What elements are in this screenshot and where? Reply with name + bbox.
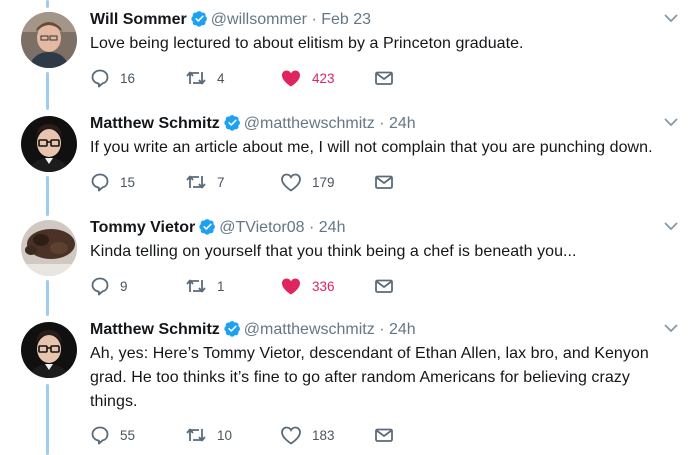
tweet-text: Kinda telling on yourself that you think… (90, 243, 577, 260)
heart-filled-icon (282, 278, 300, 295)
verified-badge-icon (224, 321, 240, 337)
envelope-icon (375, 428, 393, 442)
retweet-button[interactable]: 7 (185, 172, 225, 192)
separator-dot: · (379, 321, 385, 338)
thread-line (46, 384, 49, 455)
timestamp[interactable]: Feb 23 (321, 11, 371, 28)
reply-button[interactable]: 55 (90, 425, 135, 445)
chevron-down-icon[interactable] (664, 324, 678, 333)
tweet-header: Matthew Schmitz @matthewschmitz · 24h (90, 114, 416, 134)
thread-line (46, 0, 49, 8)
avatar-matthew-schmitz[interactable] (21, 116, 77, 172)
envelope-icon (375, 71, 393, 85)
display-name[interactable]: Will Sommer (90, 11, 187, 28)
reply-button[interactable]: 15 (90, 172, 135, 192)
direct-message-button[interactable] (374, 425, 394, 445)
like-button[interactable]: 183 (280, 425, 335, 445)
like-button[interactable]: 179 (280, 172, 335, 192)
tweet-text: Love being lectured to about elitism by … (90, 35, 524, 52)
retweet-count: 10 (217, 427, 233, 443)
separator-dot: · (379, 115, 385, 132)
display-name[interactable]: Tommy Vietor (90, 219, 195, 236)
tweet-text: Ah, yes: Here’s Tommy Vietor, descendant… (90, 345, 649, 410)
like-count: 423 (312, 70, 335, 86)
retweet-icon (186, 175, 206, 189)
heart-outline-icon (281, 426, 301, 445)
chevron-down-icon[interactable] (664, 222, 678, 231)
reply-icon (91, 277, 109, 296)
retweet-button[interactable]: 1 (185, 276, 225, 296)
handle[interactable]: @willsommer (211, 11, 307, 28)
reply-count: 55 (120, 427, 136, 443)
avatar-will-sommer[interactable] (21, 12, 77, 68)
handle[interactable]: @matthewschmitz (244, 321, 375, 338)
retweet-count: 4 (217, 70, 225, 86)
like-count: 183 (312, 427, 335, 443)
reply-icon (91, 173, 109, 192)
chevron-down-icon[interactable] (664, 118, 678, 127)
direct-message-button[interactable] (374, 172, 394, 192)
thread-line (46, 280, 49, 316)
handle[interactable]: @TVietor08 (219, 219, 304, 236)
like-button[interactable]: 423 (280, 68, 335, 88)
like-button[interactable]: 336 (280, 276, 335, 296)
reply-count: 16 (120, 70, 136, 86)
reply-button[interactable]: 9 (90, 276, 128, 296)
reply-icon (91, 69, 109, 88)
envelope-icon (375, 279, 393, 293)
chevron-down-icon[interactable] (664, 14, 678, 23)
retweet-button[interactable]: 10 (185, 425, 232, 445)
retweet-icon (186, 428, 206, 442)
reply-icon (91, 426, 109, 445)
like-count: 336 (312, 278, 335, 294)
handle[interactable]: @matthewschmitz (244, 115, 375, 132)
avatar-matthew-schmitz[interactable] (21, 322, 77, 378)
timestamp[interactable]: 24h (389, 321, 416, 338)
tweet-header: Matthew Schmitz @matthewschmitz · 24h (90, 320, 416, 340)
separator-dot: · (311, 11, 317, 28)
heart-outline-icon (281, 173, 301, 192)
retweet-count: 7 (217, 174, 225, 190)
verified-badge-icon (199, 219, 216, 235)
direct-message-button[interactable] (374, 68, 394, 88)
display-name[interactable]: Matthew Schmitz (90, 115, 220, 132)
verified-badge-icon (191, 11, 207, 27)
retweet-button[interactable]: 4 (185, 68, 225, 88)
tweet-text: If you write an article about me, I will… (90, 139, 653, 156)
avatar-tommy-vietor[interactable] (21, 220, 77, 276)
direct-message-button[interactable] (374, 276, 394, 296)
display-name[interactable]: Matthew Schmitz (90, 321, 220, 338)
envelope-icon (375, 175, 393, 189)
reply-count: 9 (120, 278, 128, 294)
reply-count: 15 (120, 174, 136, 190)
tweet-header: Will Sommer @willsommer · Feb 23 (90, 10, 371, 30)
tweet-header: Tommy Vietor @TVietor08 · 24h (90, 218, 345, 238)
reply-button[interactable]: 16 (90, 68, 135, 88)
thread-line (46, 72, 49, 110)
retweet-icon (186, 71, 206, 85)
like-count: 179 (312, 174, 335, 190)
retweet-count: 1 (217, 278, 225, 294)
thread-line (46, 176, 49, 216)
verified-badge-icon (224, 115, 240, 131)
timestamp[interactable]: 24h (319, 219, 346, 236)
retweet-icon (186, 279, 206, 293)
separator-dot: · (309, 219, 315, 236)
timestamp[interactable]: 24h (389, 115, 416, 132)
heart-filled-icon (282, 70, 300, 87)
